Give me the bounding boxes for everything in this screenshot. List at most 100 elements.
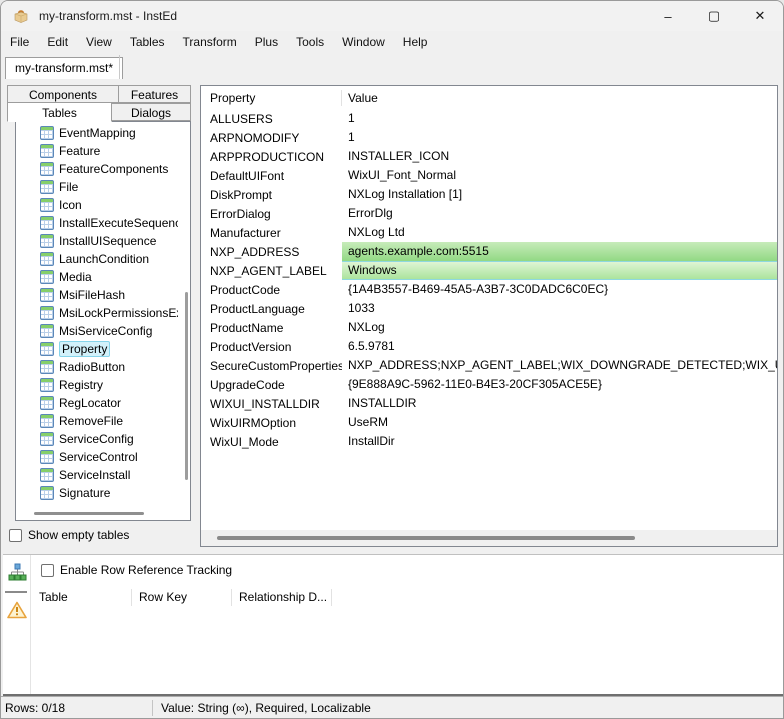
property-value[interactable]: INSTALLER_ICON (342, 147, 777, 166)
property-name[interactable]: DiskPrompt (201, 188, 342, 202)
property-value[interactable]: {9E888A9C-5962-11E0-B4E3-20CF305ACE5E} (342, 375, 777, 394)
property-row[interactable]: UpgradeCode{9E888A9C-5962-11E0-B4E3-20CF… (201, 375, 777, 394)
property-value[interactable]: 1 (342, 109, 777, 128)
menu-help[interactable]: Help (394, 33, 437, 51)
property-name[interactable]: WixUIRMOption (201, 416, 342, 430)
property-value[interactable]: UseRM (342, 413, 777, 432)
menu-transform[interactable]: Transform (174, 33, 246, 51)
menu-edit[interactable]: Edit (38, 33, 77, 51)
property-name[interactable]: UpgradeCode (201, 378, 342, 392)
tree-item-servicecontrol[interactable]: ServiceControl (16, 448, 184, 466)
property-value[interactable]: INSTALLDIR (342, 394, 777, 413)
property-name[interactable]: ALLUSERS (201, 112, 342, 126)
tree-item-icon[interactable]: Icon (16, 196, 184, 214)
minimize-button[interactable]: – (645, 1, 691, 31)
menu-window[interactable]: Window (333, 33, 394, 51)
property-value[interactable]: NXLog Installation [1] (342, 185, 777, 204)
property-name[interactable]: DefaultUIFont (201, 169, 342, 183)
tree-item-radiobutton[interactable]: RadioButton (16, 358, 184, 376)
tree-item-msifilehash[interactable]: MsiFileHash (16, 286, 184, 304)
property-value[interactable]: ErrorDlg (342, 204, 777, 223)
property-row[interactable]: ARPPRODUCTICONINSTALLER_ICON (201, 147, 777, 166)
column-header-property[interactable]: Property (201, 90, 342, 106)
tree-item-reglocator[interactable]: RegLocator (16, 394, 184, 412)
tree-item-msilockpermissionsex[interactable]: MsiLockPermissionsEx (16, 304, 184, 322)
property-row[interactable]: DiskPromptNXLog Installation [1] (201, 185, 777, 204)
property-name[interactable]: NXP_AGENT_LABEL (201, 264, 342, 278)
property-value[interactable]: {1A4B3557-B469-45A5-A3B7-3C0DADC6C0EC} (342, 280, 777, 299)
column-header-value[interactable]: Value (342, 91, 777, 105)
menu-tables[interactable]: Tables (121, 33, 174, 51)
property-name[interactable]: SecureCustomProperties (201, 359, 342, 373)
tree-item-file[interactable]: File (16, 178, 184, 196)
property-row[interactable]: ProductVersion6.5.9781 (201, 337, 777, 356)
property-grid-horizontal-scrollbar[interactable] (201, 530, 777, 546)
tree-item-installuisequence[interactable]: InstallUISequence (16, 232, 184, 250)
property-name[interactable]: ProductVersion (201, 340, 342, 354)
tree-item-featurecomponents[interactable]: FeatureComponents (16, 160, 184, 178)
property-row[interactable]: ProductNameNXLog (201, 318, 777, 337)
tree-item-launchcondition[interactable]: LaunchCondition (16, 250, 184, 268)
property-value[interactable]: 6.5.9781 (342, 337, 777, 356)
property-row[interactable]: ManufacturerNXLog Ltd (201, 223, 777, 242)
property-row-nxp-address[interactable]: NXP_ADDRESSagents.example.com:5515 (201, 242, 777, 261)
menu-tools[interactable]: Tools (287, 33, 333, 51)
menu-file[interactable]: File (1, 33, 38, 51)
property-name[interactable]: ARPNOMODIFY (201, 131, 342, 145)
property-row[interactable]: ARPNOMODIFY1 (201, 128, 777, 147)
property-value-highlighted-focused[interactable]: Windows (342, 261, 777, 280)
enable-tracking-checkbox[interactable] (41, 564, 54, 577)
property-row[interactable]: WIXUI_INSTALLDIRINSTALLDIR (201, 394, 777, 413)
property-name[interactable]: ErrorDialog (201, 207, 342, 221)
menu-view[interactable]: View (77, 33, 121, 51)
property-name[interactable]: ProductCode (201, 283, 342, 297)
column-header-relationship[interactable]: Relationship D... (232, 589, 332, 606)
property-name[interactable]: ProductLanguage (201, 302, 342, 316)
close-button[interactable]: ✕ (737, 1, 783, 31)
property-value-highlighted[interactable]: agents.example.com:5515 (342, 242, 777, 261)
scrollbar-thumb[interactable] (217, 536, 635, 540)
property-name[interactable]: WIXUI_INSTALLDIR (201, 397, 342, 411)
tab-components[interactable]: Components (7, 85, 119, 103)
property-row[interactable]: ErrorDialogErrorDlg (201, 204, 777, 223)
show-empty-tables-checkbox[interactable] (9, 529, 22, 542)
property-row[interactable]: ALLUSERS1 (201, 109, 777, 128)
column-header-table[interactable]: Table (32, 589, 132, 606)
maximize-button[interactable]: ▢ (691, 1, 737, 31)
tree-item-installexecutesequence[interactable]: InstallExecuteSequence (16, 214, 184, 232)
document-tab[interactable]: my-transform.mst* (5, 57, 123, 79)
tab-features[interactable]: Features (118, 85, 191, 103)
property-name[interactable]: Manufacturer (201, 226, 342, 240)
tree-item-feature[interactable]: Feature (16, 142, 184, 160)
property-row[interactable]: DefaultUIFontWixUI_Font_Normal (201, 166, 777, 185)
property-value[interactable]: InstallDir (342, 432, 777, 451)
tree-item-serviceinstall[interactable]: ServiceInstall (16, 466, 184, 484)
property-row[interactable]: SecureCustomPropertiesNXP_ADDRESS;NXP_AG… (201, 356, 777, 375)
property-name[interactable]: NXP_ADDRESS (201, 245, 342, 259)
property-row-nxp-agent-label[interactable]: NXP_AGENT_LABELWindows (201, 261, 777, 280)
property-name[interactable]: ProductName (201, 321, 342, 335)
tree-item-signature[interactable]: Signature (16, 484, 184, 502)
tree-item-msiserviceconfig[interactable]: MsiServiceConfig (16, 322, 184, 340)
property-value[interactable]: NXP_ADDRESS;NXP_AGENT_LABEL;WIX_DOWNGRAD… (342, 356, 777, 375)
tab-dialogs[interactable]: Dialogs (111, 103, 191, 121)
property-row[interactable]: ProductCode{1A4B3557-B469-45A5-A3B7-3C0D… (201, 280, 777, 299)
tree-item-property[interactable]: Property (16, 340, 184, 358)
property-value[interactable]: NXLog (342, 318, 777, 337)
property-value[interactable]: WixUI_Font_Normal (342, 166, 777, 185)
tree-horizontal-scrollbar[interactable] (34, 512, 144, 515)
column-header-row-key[interactable]: Row Key (132, 589, 232, 606)
tree-item-registry[interactable]: Registry (16, 376, 184, 394)
property-value[interactable]: 1033 (342, 299, 777, 318)
tree-item-removefile[interactable]: RemoveFile (16, 412, 184, 430)
property-value[interactable]: NXLog Ltd (342, 223, 777, 242)
tree-item-eventmapping[interactable]: EventMapping (16, 124, 184, 142)
property-row[interactable]: WixUIRMOptionUseRM (201, 413, 777, 432)
property-value[interactable]: 1 (342, 128, 777, 147)
menu-plus[interactable]: Plus (246, 33, 287, 51)
tree-item-media[interactable]: Media (16, 268, 184, 286)
tree-item-serviceconfig[interactable]: ServiceConfig (16, 430, 184, 448)
property-row[interactable]: WixUI_ModeInstallDir (201, 432, 777, 451)
property-name[interactable]: WixUI_Mode (201, 435, 342, 449)
tree-vertical-scrollbar[interactable] (185, 292, 188, 480)
